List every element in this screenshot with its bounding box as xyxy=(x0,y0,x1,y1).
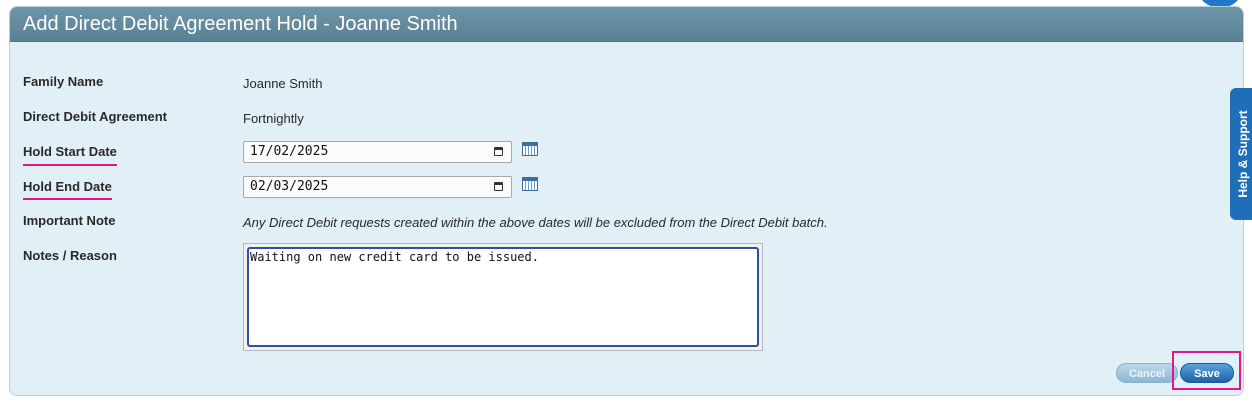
add-hold-panel: Add Direct Debit Agreement Hold - Joanne… xyxy=(9,6,1244,396)
date-picker-icon[interactable] xyxy=(494,182,503,191)
hold-start-underline xyxy=(23,164,117,166)
hold-start-date-input[interactable]: 17/02/2025 xyxy=(243,141,512,163)
agreement-value: Fortnightly xyxy=(243,111,304,126)
save-highlight-box xyxy=(1172,351,1241,390)
calendar-icon[interactable] xyxy=(522,177,538,191)
help-support-tab[interactable]: Help & Support xyxy=(1230,88,1252,220)
hold-start-date-value: 17/02/2025 xyxy=(250,144,329,159)
notes-textarea-frame: Waiting on new credit card to be issued. xyxy=(243,243,763,351)
hold-end-underline xyxy=(23,198,112,200)
notes-label: Notes / Reason xyxy=(23,248,117,263)
hold-start-label: Hold Start Date xyxy=(23,144,117,159)
family-name-label: Family Name xyxy=(23,74,104,89)
important-note-label: Important Note xyxy=(23,213,116,228)
cancel-button[interactable]: Cancel xyxy=(1116,363,1178,383)
hold-end-date-value: 02/03/2025 xyxy=(250,179,329,194)
hold-end-date-input[interactable]: 02/03/2025 xyxy=(243,176,512,198)
page-title: Add Direct Debit Agreement Hold - Joanne… xyxy=(10,7,1243,42)
important-note-text: Any Direct Debit requests created within… xyxy=(243,215,828,230)
calendar-icon[interactable] xyxy=(522,142,538,156)
date-picker-icon[interactable] xyxy=(494,147,503,156)
help-support-label: Help & Support xyxy=(1236,110,1250,198)
notes-textarea[interactable]: Waiting on new credit card to be issued. xyxy=(247,247,759,347)
agreement-label: Direct Debit Agreement xyxy=(23,109,167,124)
family-name-value: Joanne Smith xyxy=(243,76,323,91)
hold-end-label: Hold End Date xyxy=(23,179,112,194)
